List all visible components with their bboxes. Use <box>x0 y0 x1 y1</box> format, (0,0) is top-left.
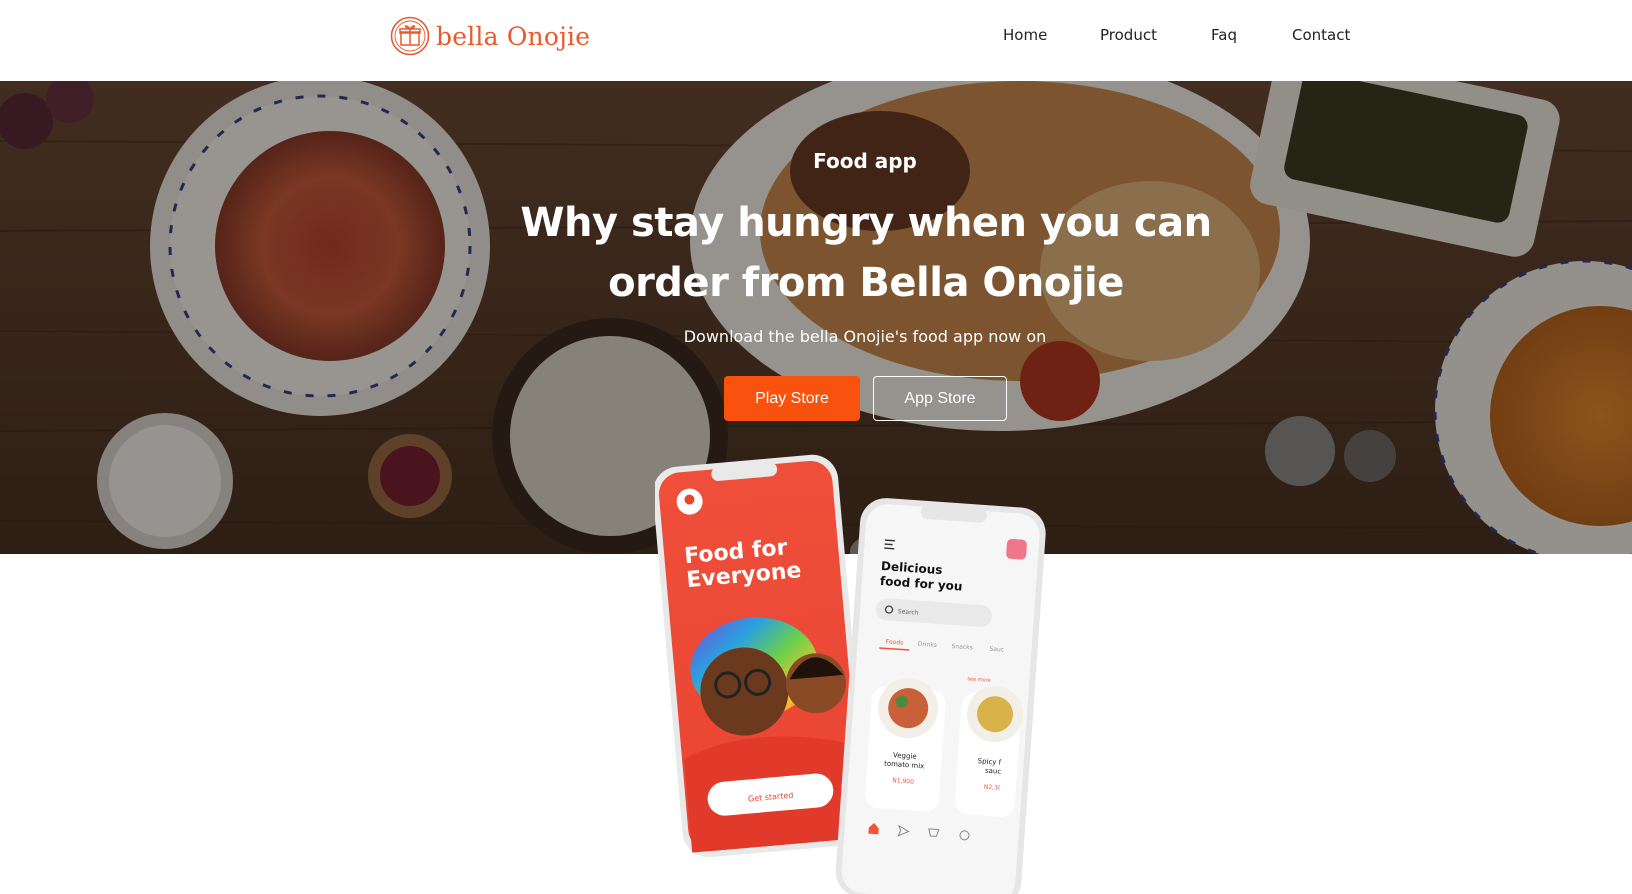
food-card-2-name-2: sauc <box>985 767 1002 776</box>
hero-eyebrow: Food app <box>813 149 917 173</box>
phone-tab-snacks: Snacks <box>951 643 973 651</box>
phone-search-placeholder: Search <box>898 608 919 616</box>
food-card-2-price: N2,3( <box>984 784 1001 792</box>
nav-link-product[interactable]: Product <box>1100 26 1157 44</box>
food-card-1-name-1: Veggie <box>893 751 917 761</box>
brand-logo[interactable]: bella Onojie <box>390 16 590 56</box>
site-header: bella Onojie Home Product Faq Contact <box>0 0 1632 81</box>
hero-headline-line-1: Why stay hungry when you can <box>520 200 1212 246</box>
phone-left: Food for Everyone Get started <box>655 454 868 858</box>
profile-avatar <box>1006 538 1027 560</box>
phone-tab-foods: Foods <box>886 638 904 646</box>
nav-link-home[interactable]: Home <box>1003 26 1047 44</box>
food-card-2-name-1: Spicy f <box>977 757 1002 767</box>
app-store-button[interactable]: App Store <box>873 376 1007 421</box>
play-store-button[interactable]: Play Store <box>724 376 860 421</box>
phone-tab-drinks: Drinks <box>917 641 937 649</box>
hero-subline: Download the bella Onojie's food app now… <box>683 327 1047 346</box>
nav-link-faq[interactable]: Faq <box>1211 26 1237 44</box>
hero-headline-line-2: order from Bella Onojie <box>608 260 1124 306</box>
gift-box-logo-icon <box>390 16 430 56</box>
phone-tab-sauce: Sauc <box>989 646 1004 654</box>
phone-right: Delicious food for you Search Foods Drin… <box>835 498 1046 894</box>
app-phone-mockups: Food for Everyone Get started Delicious … <box>655 454 1046 894</box>
brand-name: bella Onojie <box>436 21 591 51</box>
hero-headline: Why stay hungry when you can order from … <box>466 193 1266 313</box>
nav-link-contact[interactable]: Contact <box>1292 26 1350 44</box>
